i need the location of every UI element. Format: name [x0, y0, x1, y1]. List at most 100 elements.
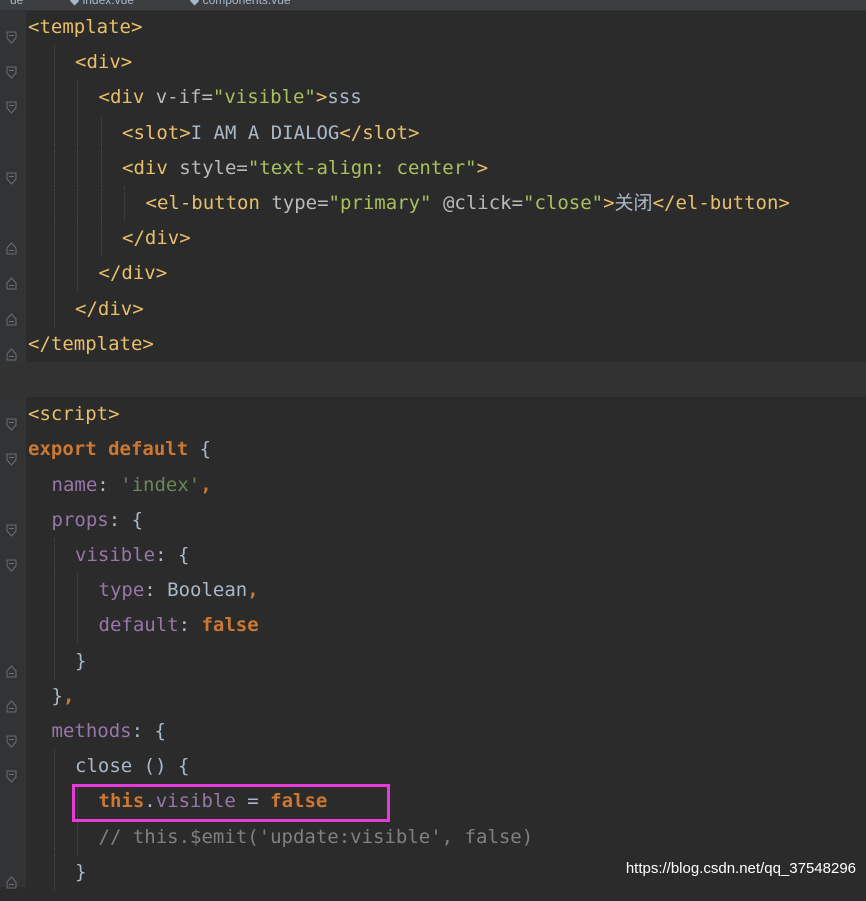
indent-guide [53, 538, 55, 573]
indent-guide [53, 291, 55, 327]
code-line[interactable]: <slot>I AM A DIALOG</slot> [0, 115, 866, 151]
indent-guide [100, 115, 102, 151]
code-text: // this.$emit('update:visible', false) [99, 820, 534, 855]
code-text: <template> [28, 10, 142, 45]
code-line[interactable]: </div> [0, 256, 866, 292]
code-token: @click= [442, 192, 524, 214]
fold-close-icon[interactable] [6, 690, 17, 713]
indent-guide [53, 256, 55, 292]
watermark-text: https://blog.csdn.net/qq_37548296 [625, 860, 856, 877]
code-line[interactable]: <script> [0, 397, 866, 432]
indent-guide [77, 573, 78, 609]
code-token: I AM A DIALOG [190, 121, 340, 144]
fold-open-icon[interactable] [6, 443, 17, 467]
code-text: type: Boolean, [99, 573, 259, 608]
code-token: default [98, 614, 179, 637]
fold-open-icon[interactable] [6, 760, 17, 783]
code-token: close () { [75, 755, 190, 778]
indent-guide [77, 256, 78, 292]
indent-guide [53, 608, 55, 644]
code-text: <div style="text-align: center"> [122, 151, 488, 186]
code-line[interactable]: export default { [0, 432, 866, 467]
indent-guide [77, 819, 78, 855]
code-text: props: { [52, 503, 144, 538]
code-token: : { [155, 544, 190, 566]
code-token: } [51, 684, 63, 707]
code-token: false [201, 614, 259, 637]
code-text: <div> [75, 45, 132, 80]
indent-guide [53, 186, 55, 221]
code-line[interactable]: <div style="text-align: center"> [0, 150, 866, 186]
code-token: </div> [122, 227, 191, 250]
fold-open-icon[interactable] [6, 725, 17, 748]
code-line[interactable]: </div> [0, 291, 866, 327]
fold-open-icon[interactable] [6, 549, 17, 572]
code-token: , [62, 684, 75, 707]
code-line[interactable]: <template> [0, 10, 866, 45]
code-line[interactable]: name: 'index', [0, 468, 866, 503]
indent-guide [53, 749, 55, 785]
code-token: 关闭 [614, 192, 653, 214]
code-line[interactable]: visible: { [0, 538, 866, 573]
fold-open-icon[interactable] [6, 514, 17, 537]
code-line[interactable]: <div v-if="visible">sss [0, 80, 866, 116]
code-token: // this.$emit('update:visible', false) [98, 825, 534, 848]
fold-open-icon[interactable] [6, 408, 17, 431]
code-text: name: 'index', [52, 468, 212, 503]
code-line[interactable]: methods: { [0, 714, 866, 749]
code-token: <div [98, 86, 156, 109]
code-token: methods [51, 720, 132, 742]
code-line[interactable]: close () { [0, 749, 866, 785]
code-token: : [178, 614, 202, 637]
code-line[interactable]: type: Boolean, [0, 573, 866, 609]
indent-guide [53, 819, 55, 855]
fold-close-icon[interactable] [6, 303, 17, 326]
indent-guide [124, 186, 125, 221]
fold-open-icon[interactable] [6, 91, 17, 115]
code-text: visible: { [75, 538, 189, 573]
code-text: <slot>I AM A DIALOG</slot> [122, 116, 419, 151]
code-token: <div> [75, 51, 133, 74]
fold-open-icon[interactable] [6, 21, 17, 44]
fold-close-icon[interactable] [6, 232, 17, 255]
fold-close-icon[interactable] [6, 267, 17, 290]
code-text: </template> [28, 327, 154, 362]
code-line[interactable]: } [0, 643, 866, 679]
code-token: type [98, 579, 145, 602]
indent-guide [53, 784, 55, 820]
code-line[interactable]: }, [0, 679, 866, 714]
code-line[interactable]: <el-button type="primary" @click="close"… [0, 186, 866, 221]
code-token: </template> [28, 332, 154, 355]
code-text: <script> [28, 397, 120, 432]
fold-close-icon[interactable] [6, 338, 17, 361]
code-line[interactable]: </template> [0, 327, 866, 362]
code-line[interactable] [0, 362, 866, 397]
indent-guide [100, 150, 102, 186]
code-token: </div> [98, 262, 168, 285]
code-token: <div [122, 156, 180, 179]
code-line[interactable]: <div> [0, 45, 866, 81]
indent-guide [77, 221, 78, 257]
code-token: </div> [75, 297, 144, 320]
code-token: props [51, 508, 109, 531]
code-token: name [51, 473, 98, 496]
fold-open-icon[interactable] [6, 162, 17, 185]
code-token: "primary" [328, 192, 443, 214]
editor-tab[interactable]: ◆ components.vue [180, 0, 301, 10]
code-text: } [75, 855, 86, 890]
fold-close-icon[interactable] [6, 866, 17, 889]
code-token: </el-button> [652, 192, 790, 214]
code-line[interactable]: default: false [0, 608, 866, 644]
indent-guide [53, 854, 55, 890]
code-token: : [97, 473, 121, 496]
code-line[interactable]: </div> [0, 221, 866, 257]
code-token: "visible" [212, 86, 316, 109]
fold-open-icon[interactable] [6, 56, 17, 79]
code-token: : { [131, 720, 166, 742]
editor-tab[interactable]: ◆ index.vue [60, 0, 144, 10]
code-token: export default [28, 438, 200, 461]
fold-close-icon[interactable] [6, 655, 17, 678]
code-line[interactable]: props: { [0, 503, 866, 538]
indent-guide [77, 186, 78, 221]
code-line[interactable]: // this.$emit('update:visible', false) [0, 819, 866, 855]
